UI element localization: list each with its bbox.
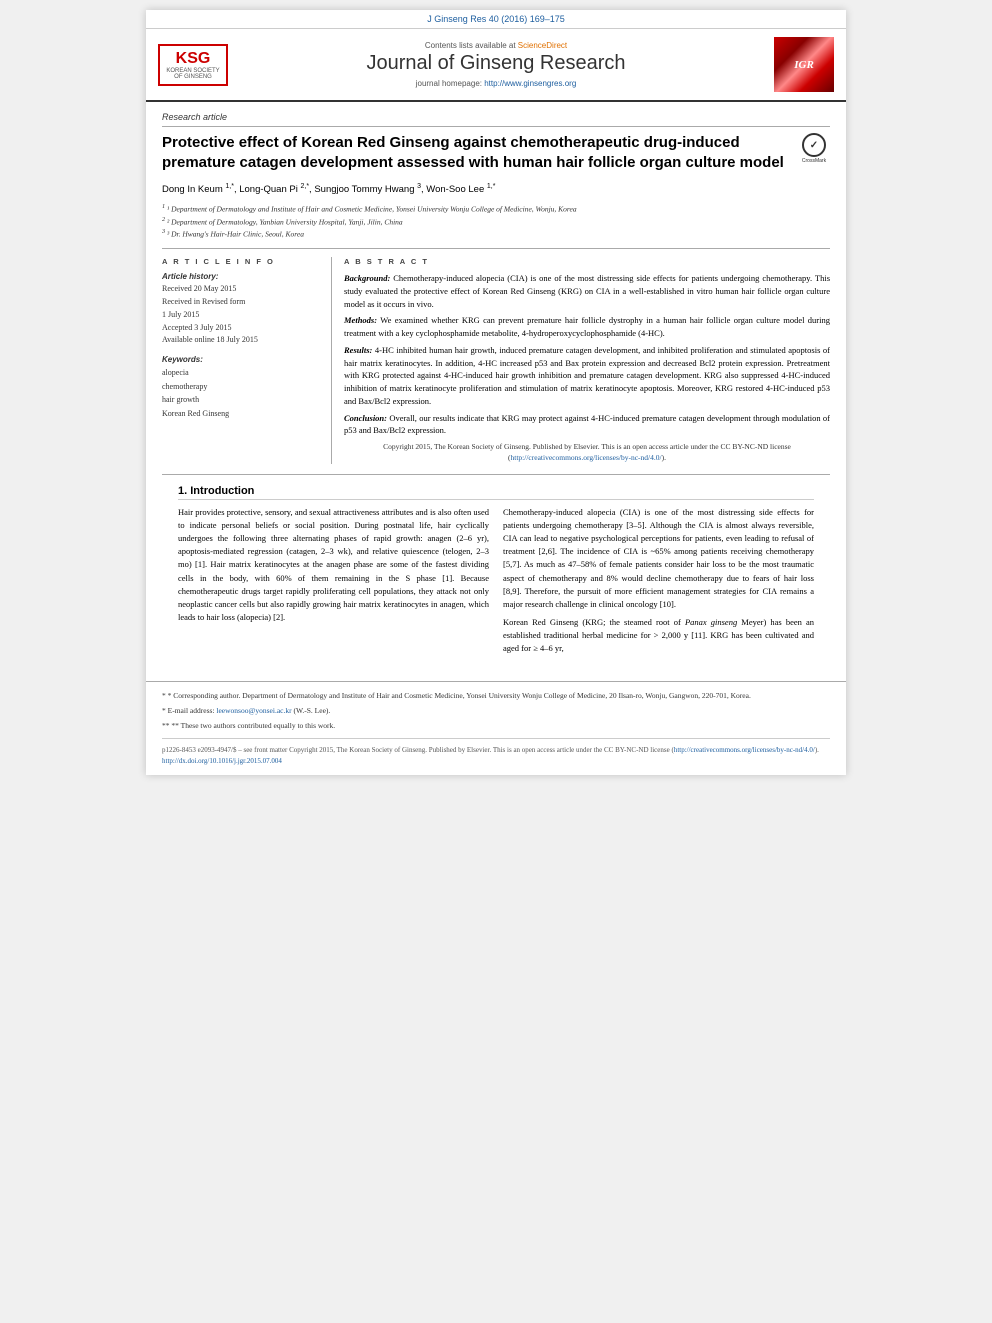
journal-ref: J Ginseng Res 40 (2016) 169–175 xyxy=(427,14,565,24)
affiliation-1: 1 ¹ Department of Dermatology and Instit… xyxy=(162,202,830,215)
keyword-3: hair growth xyxy=(162,393,321,407)
journal-title: Journal of Ginseng Research xyxy=(228,52,764,75)
abstract-text: Background: Chemotherapy-induced alopeci… xyxy=(344,272,830,464)
intro-col-left: Hair provides protective, sensory, and s… xyxy=(178,506,489,661)
crossmark-icon: ✓ xyxy=(802,133,826,157)
received-date: Received 20 May 2015 Received in Revised… xyxy=(162,283,321,347)
journal-ref-bar: J Ginseng Res 40 (2016) 169–175 xyxy=(146,10,846,29)
keywords-list: alopecia chemotherapy hair growth Korean… xyxy=(162,366,321,420)
ksg-text: KSG xyxy=(164,50,222,68)
journal-header: KSG KOREAN SOCIETYOF GINSENG Contents li… xyxy=(146,29,846,102)
page: J Ginseng Res 40 (2016) 169–175 KSG KORE… xyxy=(146,10,846,775)
sciencedirect-line: Contents lists available at ScienceDirec… xyxy=(228,41,764,50)
affiliation-2: 2 ² Department of Dermatology, Yanbian U… xyxy=(162,215,830,228)
keywords-label: Keywords: xyxy=(162,355,321,364)
crossmark-badge[interactable]: ✓ CrossMark xyxy=(798,133,830,164)
keyword-2: chemotherapy xyxy=(162,380,321,394)
footnote-2: * E-mail address: leewonsoo@yonsei.ac.kr… xyxy=(162,705,830,717)
intro-para-2: Chemotherapy-induced alopecia (CIA) is o… xyxy=(503,506,814,611)
intro-para-1: Hair provides protective, sensory, and s… xyxy=(178,506,489,625)
doi-link[interactable]: http://dx.doi.org/10.1016/j.jgr.2015.07.… xyxy=(162,757,282,765)
title-row: Protective effect of Korean Red Ginseng … xyxy=(162,133,830,174)
igr-text: IGR xyxy=(794,59,814,71)
abstract-background: Background: Chemotherapy-induced alopeci… xyxy=(344,272,830,310)
article-info-column: A R T I C L E I N F O Article history: R… xyxy=(162,257,332,464)
logo-left: KSG KOREAN SOCIETYOF GINSENG xyxy=(158,44,228,86)
article-type-label: Research article xyxy=(162,112,830,127)
pii-cc-link[interactable]: http://creativecommons.org/licenses/by-n… xyxy=(674,746,815,754)
main-content: 1. Introduction Hair provides protective… xyxy=(162,485,830,671)
igr-logo-box: IGR xyxy=(774,37,834,92)
abstract-methods: Methods: We examined whether KRG can pre… xyxy=(344,314,830,340)
journal-center: Contents lists available at ScienceDirec… xyxy=(228,41,764,88)
history-label: Article history: xyxy=(162,272,321,281)
cc-license-link[interactable]: http://creativecommons.org/licenses/by-n… xyxy=(511,453,662,462)
keyword-4: Korean Red Ginseng xyxy=(162,407,321,421)
results-label: Results: xyxy=(344,345,372,355)
intro-section-title: 1. Introduction xyxy=(178,485,814,500)
abstract-column: A B S T R A C T Background: Chemotherapy… xyxy=(344,257,830,464)
journal-homepage: journal homepage: http://www.ginsengres.… xyxy=(228,79,764,88)
email-link[interactable]: leewonsoo@yonsei.ac.kr xyxy=(216,706,291,715)
content-area: Research article Protective effect of Ko… xyxy=(146,102,846,681)
copyright-line: Copyright 2015, The Korean Society of Gi… xyxy=(344,441,830,464)
footnote-1: * * Corresponding author. Department of … xyxy=(162,690,830,702)
affiliations: 1 ¹ Department of Dermatology and Instit… xyxy=(162,202,830,249)
affiliation-3: 3 ³ Dr. Hwang's Hair-Hair Clinic, Seoul,… xyxy=(162,227,830,240)
ksg-subtitle: KOREAN SOCIETYOF GINSENG xyxy=(164,68,222,80)
article-title: Protective effect of Korean Red Ginseng … xyxy=(162,133,798,174)
intro-col-right: Chemotherapy-induced alopecia (CIA) is o… xyxy=(503,506,814,661)
homepage-url[interactable]: http://www.ginsengres.org xyxy=(484,79,576,88)
info-abstract-section: A R T I C L E I N F O Article history: R… xyxy=(162,257,830,475)
authors-line: Dong In Keum 1,*, Long-Quan Pi 2,*, Sung… xyxy=(162,182,830,196)
doi-text: http://dx.doi.org/10.1016/j.jgr.2015.07.… xyxy=(162,756,830,767)
conclusion-label: Conclusion: xyxy=(344,413,387,423)
pii-text: p1226-8453 e2093-4947/$ – see front matt… xyxy=(162,745,830,756)
intro-two-col: Hair provides protective, sensory, and s… xyxy=(178,506,814,661)
background-label: Background: xyxy=(344,273,390,283)
methods-label: Methods: xyxy=(344,315,377,325)
footnote-3: ** ** These two authors contributed equa… xyxy=(162,720,830,732)
keyword-1: alopecia xyxy=(162,366,321,380)
sciencedirect-link[interactable]: ScienceDirect xyxy=(518,41,567,50)
abstract-heading: A B S T R A C T xyxy=(344,257,830,266)
crossmark-label: CrossMark xyxy=(802,158,826,164)
abstract-results: Results: 4-HC inhibited human hair growt… xyxy=(344,344,830,408)
logo-right: IGR xyxy=(764,37,834,92)
intro-para-3: Korean Red Ginseng (KRG; the steamed roo… xyxy=(503,616,814,656)
abstract-conclusion: Conclusion: Overall, our results indicat… xyxy=(344,412,830,438)
article-info-heading: A R T I C L E I N F O xyxy=(162,257,321,266)
footer-pii: p1226-8453 e2093-4947/$ – see front matt… xyxy=(162,738,830,767)
footer-section: * * Corresponding author. Department of … xyxy=(146,681,846,775)
ksg-logo: KSG KOREAN SOCIETYOF GINSENG xyxy=(158,44,228,86)
